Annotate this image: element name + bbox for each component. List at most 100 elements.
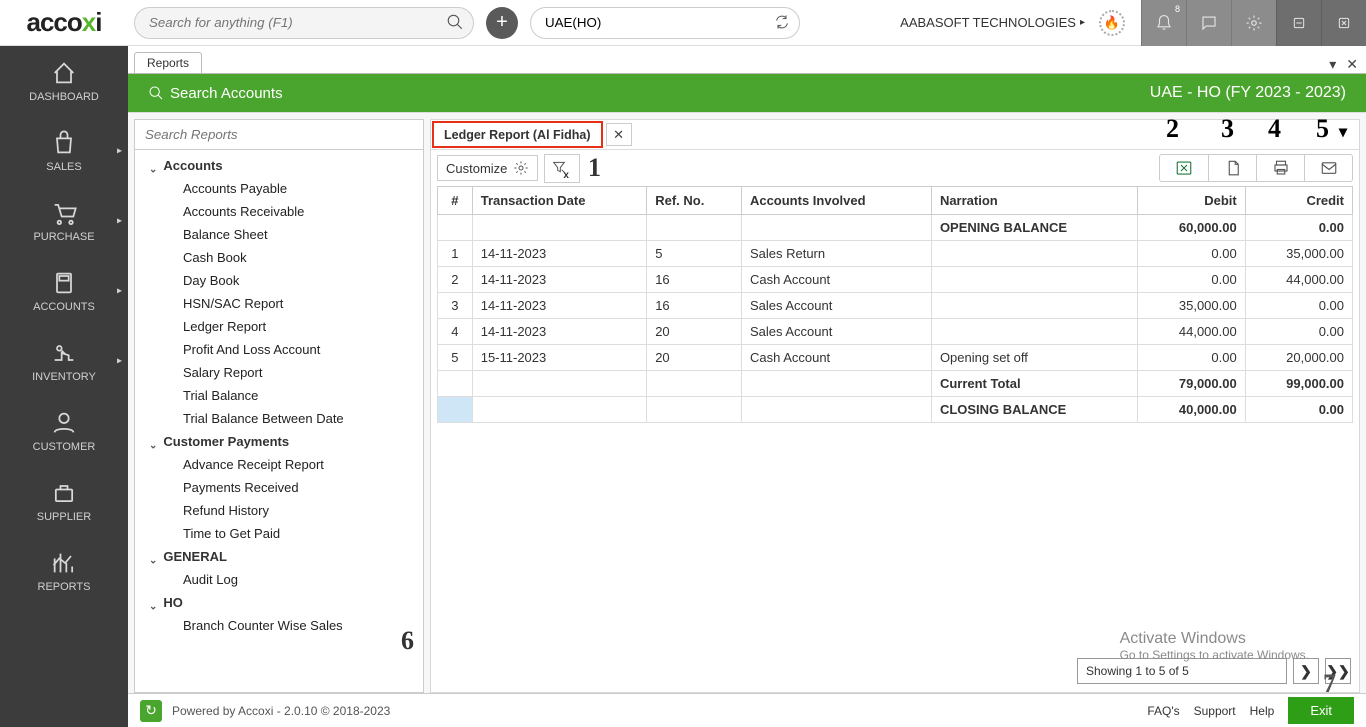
nav-customer[interactable]: CUSTOMER: [0, 396, 128, 466]
table-row[interactable]: 214-11-202316Cash Account0.0044,000.00: [438, 267, 1353, 293]
col-header[interactable]: Transaction Date: [472, 187, 646, 215]
nav-accounts[interactable]: ACCOUNTS▸: [0, 256, 128, 326]
table-row[interactable]: OPENING BALANCE60,000.000.00: [438, 215, 1353, 241]
tree-category[interactable]: GENERAL: [135, 545, 423, 568]
support-link[interactable]: Support: [1194, 704, 1236, 718]
faq-link[interactable]: FAQ's: [1147, 704, 1179, 718]
search-reports-input[interactable]: [135, 120, 423, 149]
annotation-7: 7: [1323, 669, 1336, 699]
email-button[interactable]: [1304, 155, 1352, 181]
add-button[interactable]: +: [486, 7, 518, 39]
nav-icon: [50, 549, 78, 577]
col-header[interactable]: Accounts Involved: [741, 187, 931, 215]
nav-icon: [50, 409, 78, 437]
top-icon-bar: 8: [1141, 0, 1276, 46]
exit-button[interactable]: Exit: [1288, 697, 1354, 724]
export-group: [1159, 154, 1353, 182]
company-selector[interactable]: AABASOFT TECHNOLOGIES ▸: [900, 15, 1085, 30]
tree-item[interactable]: Advance Receipt Report: [135, 453, 423, 476]
print-button[interactable]: [1256, 155, 1304, 181]
help-link[interactable]: Help: [1250, 704, 1275, 718]
tree-category[interactable]: Accounts: [135, 154, 423, 177]
bell-icon: [1155, 14, 1173, 32]
col-header[interactable]: Ref. No.: [647, 187, 742, 215]
nav-icon: [50, 339, 78, 367]
table-row[interactable]: 515-11-202320Cash AccountOpening set off…: [438, 345, 1353, 371]
settings-button[interactable]: [1231, 0, 1276, 46]
tree-item[interactable]: Branch Counter Wise Sales: [135, 614, 423, 637]
export-pdf-button[interactable]: [1208, 155, 1256, 181]
tree-item[interactable]: Profit And Loss Account: [135, 338, 423, 361]
customize-button[interactable]: Customize: [437, 155, 538, 181]
tree-category[interactable]: Customer Payments: [135, 430, 423, 453]
tree-item[interactable]: Salary Report: [135, 361, 423, 384]
clear-filter-button[interactable]: x: [544, 154, 580, 183]
tab-reports[interactable]: Reports: [134, 52, 202, 73]
nav-purchase[interactable]: PURCHASE▸: [0, 186, 128, 256]
nav-label: PURCHASE: [33, 231, 94, 243]
export-excel-button[interactable]: [1160, 155, 1208, 181]
col-header[interactable]: Narration: [931, 187, 1138, 215]
table-row[interactable]: 314-11-202316Sales Account35,000.000.00: [438, 293, 1353, 319]
tree-item[interactable]: Accounts Payable: [135, 177, 423, 200]
print-icon: [1272, 159, 1290, 177]
search-icon[interactable]: [446, 13, 464, 31]
nav-icon: [50, 479, 78, 507]
nav-supplier[interactable]: SUPPLIER: [0, 466, 128, 536]
tree-item[interactable]: Balance Sheet: [135, 223, 423, 246]
nav-label: SUPPLIER: [37, 511, 91, 523]
tree-item[interactable]: Audit Log: [135, 568, 423, 591]
close-button[interactable]: [1321, 0, 1366, 46]
footer-logo-icon: ↻: [140, 700, 162, 722]
chat-button[interactable]: [1186, 0, 1231, 46]
reports-tree-panel: AccountsAccounts PayableAccounts Receiva…: [134, 119, 424, 693]
reports-tree: AccountsAccounts PayableAccounts Receiva…: [135, 150, 423, 692]
global-search-input[interactable]: [134, 7, 474, 39]
fy-label: UAE - HO (FY 2023 - 2023): [1150, 84, 1346, 102]
annotation-1: 1: [588, 153, 601, 183]
tree-item[interactable]: Ledger Report: [135, 315, 423, 338]
tree-item[interactable]: Cash Book: [135, 246, 423, 269]
ledger-subtab-close[interactable]: ✕: [606, 123, 632, 146]
tree-item[interactable]: Day Book: [135, 269, 423, 292]
annotation-6: 6: [401, 626, 414, 656]
tree-item[interactable]: Payments Received: [135, 476, 423, 499]
tree-item[interactable]: Refund History: [135, 499, 423, 522]
col-header[interactable]: Credit: [1245, 187, 1352, 215]
tree-item[interactable]: Trial Balance Between Date: [135, 407, 423, 430]
table-row[interactable]: CLOSING BALANCE40,000.000.00: [438, 397, 1353, 423]
bell-button[interactable]: 8: [1141, 0, 1186, 46]
tree-item[interactable]: Time to Get Paid: [135, 522, 423, 545]
sync-icon[interactable]: [774, 14, 790, 30]
chevron-right-icon: ▸: [117, 356, 122, 367]
subtab-menu-caret[interactable]: ▾: [1339, 122, 1347, 142]
minimize-icon: [1291, 15, 1307, 31]
tree-category[interactable]: HO: [135, 591, 423, 614]
tree-item[interactable]: HSN/SAC Report: [135, 292, 423, 315]
nav-dashboard[interactable]: DASHBOARD: [0, 46, 128, 116]
nav-inventory[interactable]: INVENTORY▸: [0, 326, 128, 396]
close-icon: [1336, 15, 1352, 31]
chevron-right-icon: ▸: [117, 146, 122, 157]
col-header[interactable]: Debit: [1138, 187, 1245, 215]
minimize-button[interactable]: [1276, 0, 1321, 46]
col-header[interactable]: #: [438, 187, 473, 215]
nav-reports[interactable]: REPORTS: [0, 536, 128, 606]
search-accounts-button[interactable]: Search Accounts: [148, 85, 283, 102]
tree-item[interactable]: Trial Balance: [135, 384, 423, 407]
table-row[interactable]: 414-11-202320Sales Account44,000.000.00: [438, 319, 1353, 345]
branch-input[interactable]: [530, 7, 800, 39]
ledger-subtab[interactable]: Ledger Report (Al Fidha): [432, 121, 603, 148]
gear-icon: [513, 160, 529, 176]
logo: accoxi: [0, 0, 128, 46]
tab-menu-icon[interactable]: ▾: [1329, 56, 1336, 73]
table-row[interactable]: 114-11-20235Sales Return0.0035,000.00: [438, 241, 1353, 267]
notification-fire-icon[interactable]: 🔥: [1099, 10, 1125, 36]
window-buttons: [1276, 0, 1366, 46]
tree-item[interactable]: Accounts Receivable: [135, 200, 423, 223]
nav-sales[interactable]: SALES▸: [0, 116, 128, 186]
table-row[interactable]: Current Total79,000.0099,000.00: [438, 371, 1353, 397]
page-next-button[interactable]: ❯: [1293, 658, 1319, 684]
tab-close-all-icon[interactable]: ✕: [1346, 56, 1358, 73]
report-header-bar: Search Accounts UAE - HO (FY 2023 - 2023…: [128, 74, 1366, 112]
